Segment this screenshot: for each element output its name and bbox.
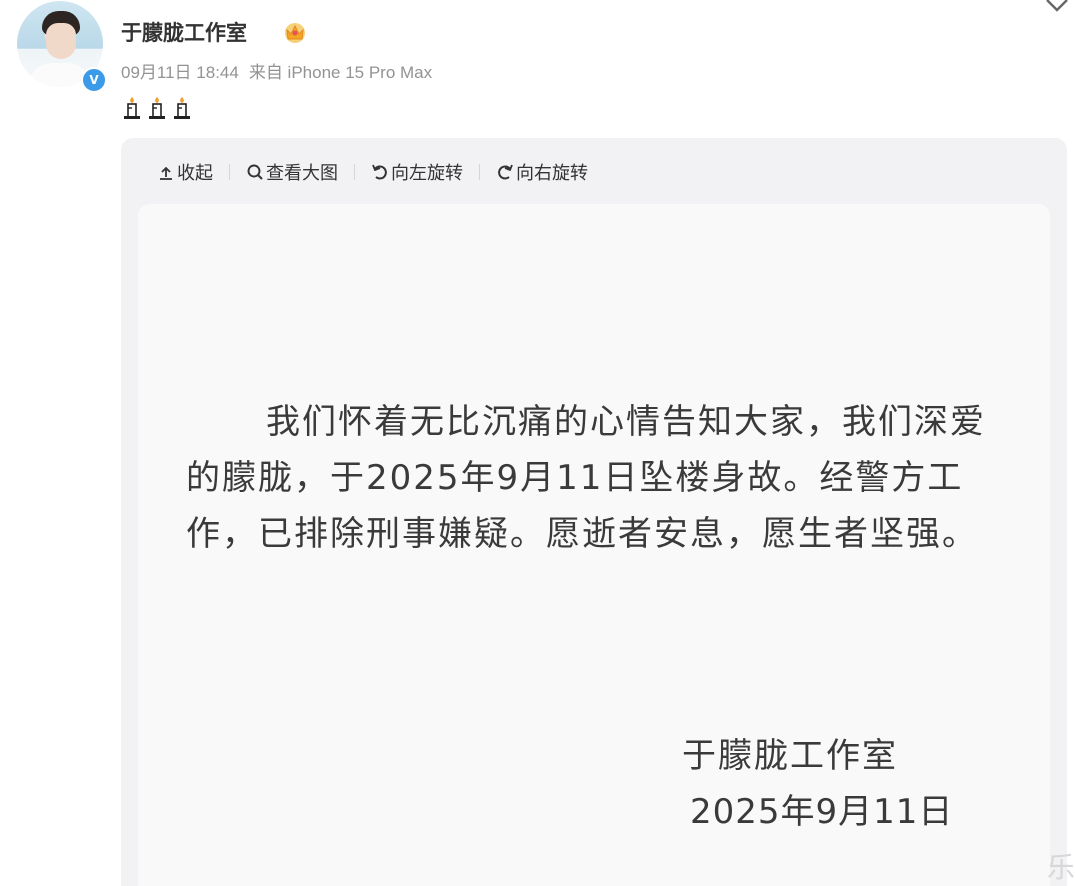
view-large-button[interactable]: 查看大图 [246, 159, 338, 185]
statement-text: 我们怀着无比沉痛的心情告知大家，我们深爱的朦胧，于2025年9月11日坠楼身故。… [186, 394, 996, 562]
weibo-post: V 于朦胧工作室 09月11日 18:44 来自 iPhone 15 Pro Ma… [0, 0, 1075, 886]
rotate-left-icon [372, 164, 387, 180]
signature-name: 于朦胧工作室 [682, 736, 898, 776]
view-large-label: 查看大图 [266, 163, 338, 184]
crown-icon [285, 23, 305, 43]
candle-icon [149, 97, 165, 119]
post-meta: 09月11日 18:44 来自 iPhone 15 Pro Max [121, 58, 432, 83]
rotate-right-button[interactable]: 向右旋转 [496, 159, 588, 185]
chevron-down-icon[interactable] [1044, 0, 1070, 16]
post-image[interactable]: 我们怀着无比沉痛的心情告知大家，我们深爱的朦胧，于2025年9月11日坠楼身故。… [138, 204, 1050, 886]
collapse-label: 收起 [177, 163, 213, 184]
signature-date: 2025年9月11日 [690, 792, 954, 832]
rotate-right-icon [498, 164, 513, 180]
image-toolbar: 收起 查看大图 向左旋转 向右旋转 [157, 160, 588, 184]
avatar-face [46, 23, 76, 59]
post-date[interactable]: 09月11日 18:44 [121, 63, 239, 82]
candle-icon [174, 97, 190, 119]
image-viewer: 收起 查看大图 向左旋转 向右旋转 我们怀着无比沉痛的心情告知大家，我们深爱的朦… [121, 138, 1067, 886]
search-icon [247, 164, 263, 180]
post-content [121, 96, 193, 120]
collapse-button[interactable]: 收起 [157, 159, 213, 185]
statement-body: 我们怀着无比沉痛的心情告知大家，我们深爱的朦胧，于2025年9月11日坠楼身故。… [186, 402, 986, 554]
toolbar-divider [479, 164, 480, 180]
username-link[interactable]: 于朦胧工作室 [121, 17, 247, 47]
candle-icon [124, 97, 140, 119]
post-source: 来自 iPhone 15 Pro Max [248, 63, 433, 82]
upload-arrow-icon [160, 166, 172, 180]
toolbar-divider [229, 164, 230, 180]
rotate-left-button[interactable]: 向左旋转 [371, 159, 463, 185]
rotate-right-label: 向右旋转 [516, 163, 588, 184]
toolbar-divider [354, 164, 355, 180]
watermark: 乐 [1047, 851, 1075, 884]
verified-badge-icon: V [81, 67, 107, 93]
rotate-left-label: 向左旋转 [391, 163, 463, 184]
